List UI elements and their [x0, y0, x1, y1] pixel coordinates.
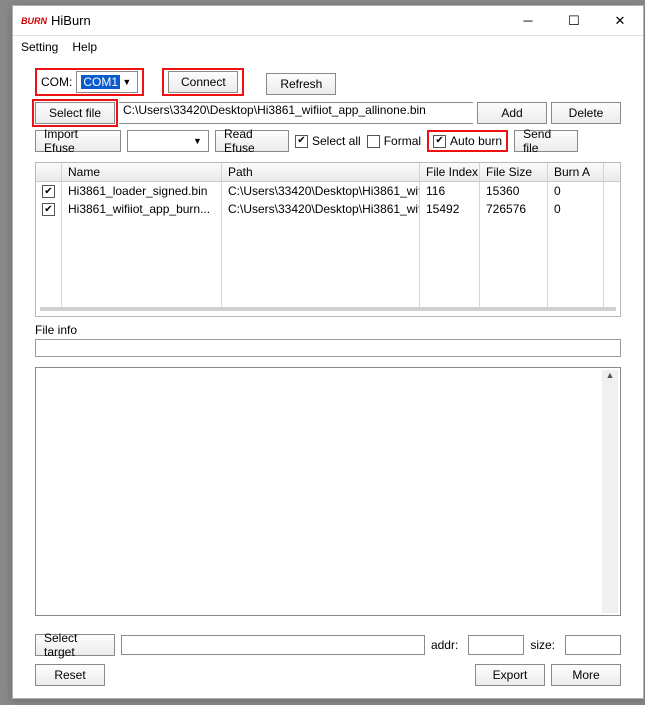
select-file-button[interactable]: Select file: [35, 102, 115, 124]
select-target-button[interactable]: Select target: [35, 634, 115, 656]
menu-setting[interactable]: Setting: [21, 40, 58, 54]
table-row: .....: [36, 236, 620, 254]
table-row: .....: [36, 272, 620, 290]
file-path-input[interactable]: C:\Users\33420\Desktop\Hi3861_wifiiot_ap…: [119, 102, 473, 124]
checkbox-icon: [367, 135, 380, 148]
file-info-section: File info: [35, 323, 621, 357]
table-row: .....: [36, 290, 620, 308]
more-button[interactable]: More: [551, 664, 621, 686]
delete-button[interactable]: Delete: [551, 102, 621, 124]
efuse-select[interactable]: ▼: [127, 130, 209, 152]
export-button[interactable]: Export: [475, 664, 545, 686]
content-area: COM: COM1 ▼ Connect Refresh Select file …: [13, 58, 643, 698]
close-button[interactable]: ✕: [597, 6, 643, 36]
select-all-label: Select all: [312, 134, 361, 148]
formal-label: Formal: [384, 134, 421, 148]
checkbox-icon: ✔: [433, 135, 446, 148]
titlebar: BURN HiBurn ─ ☐ ✕: [13, 6, 643, 36]
h-scrollbar[interactable]: [40, 307, 616, 311]
col-burn-addr[interactable]: Burn A: [548, 163, 604, 181]
log-textarea[interactable]: [35, 367, 621, 616]
send-file-button[interactable]: Send file: [514, 130, 578, 152]
table-header: Name Path File Index File Size Burn A: [36, 163, 620, 182]
app-window: BURN HiBurn ─ ☐ ✕ Setting Help COM: COM1…: [12, 5, 644, 699]
target-input[interactable]: [121, 635, 425, 655]
reset-button[interactable]: Reset: [35, 664, 105, 686]
addr-label: addr:: [431, 638, 458, 652]
col-file-index[interactable]: File Index: [420, 163, 480, 181]
col-path[interactable]: Path: [222, 163, 420, 181]
connect-button[interactable]: Connect: [168, 71, 238, 93]
auto-burn-label: Auto burn: [450, 134, 502, 148]
checkbox-icon: ✔: [295, 135, 308, 148]
col-file-size[interactable]: File Size: [480, 163, 548, 181]
com-select[interactable]: COM1 ▼: [76, 71, 138, 93]
v-scrollbar[interactable]: [602, 370, 618, 613]
minimize-button[interactable]: ─: [505, 6, 551, 36]
connect-highlight: Connect: [162, 68, 244, 96]
file-info-box: [35, 339, 621, 357]
com-value: COM1: [81, 75, 120, 89]
table-row: .....: [36, 254, 620, 272]
maximize-button[interactable]: ☐: [551, 6, 597, 36]
col-name[interactable]: Name: [62, 163, 222, 181]
size-label: size:: [530, 638, 555, 652]
import-efuse-button[interactable]: Import Efuse: [35, 130, 121, 152]
menubar: Setting Help: [13, 36, 643, 58]
app-logo: BURN: [21, 16, 47, 26]
refresh-button[interactable]: Refresh: [266, 73, 336, 95]
dropdown-icon: ▼: [120, 73, 133, 91]
size-input[interactable]: [565, 635, 621, 655]
com-highlight: COM: COM1 ▼: [35, 68, 144, 96]
auto-burn-checkbox[interactable]: ✔ Auto burn: [427, 130, 508, 152]
select-all-checkbox[interactable]: ✔ Select all: [295, 134, 361, 148]
addr-input[interactable]: [468, 635, 524, 655]
table-row[interactable]: ✔Hi3861_wifiiot_app_burn...C:\Users\3342…: [36, 200, 620, 218]
table-row[interactable]: ✔Hi3861_loader_signed.binC:\Users\33420\…: [36, 182, 620, 200]
app-title: HiBurn: [51, 13, 505, 28]
formal-checkbox[interactable]: Formal: [367, 134, 421, 148]
menu-help[interactable]: Help: [72, 40, 97, 54]
dropdown-icon: ▼: [191, 132, 204, 150]
com-label: COM:: [41, 75, 72, 89]
add-button[interactable]: Add: [477, 102, 547, 124]
file-info-label: File info: [35, 323, 621, 337]
table-row: .....: [36, 218, 620, 236]
read-efuse-button[interactable]: Read Efuse: [215, 130, 289, 152]
file-table: Name Path File Index File Size Burn A ✔H…: [35, 162, 621, 317]
